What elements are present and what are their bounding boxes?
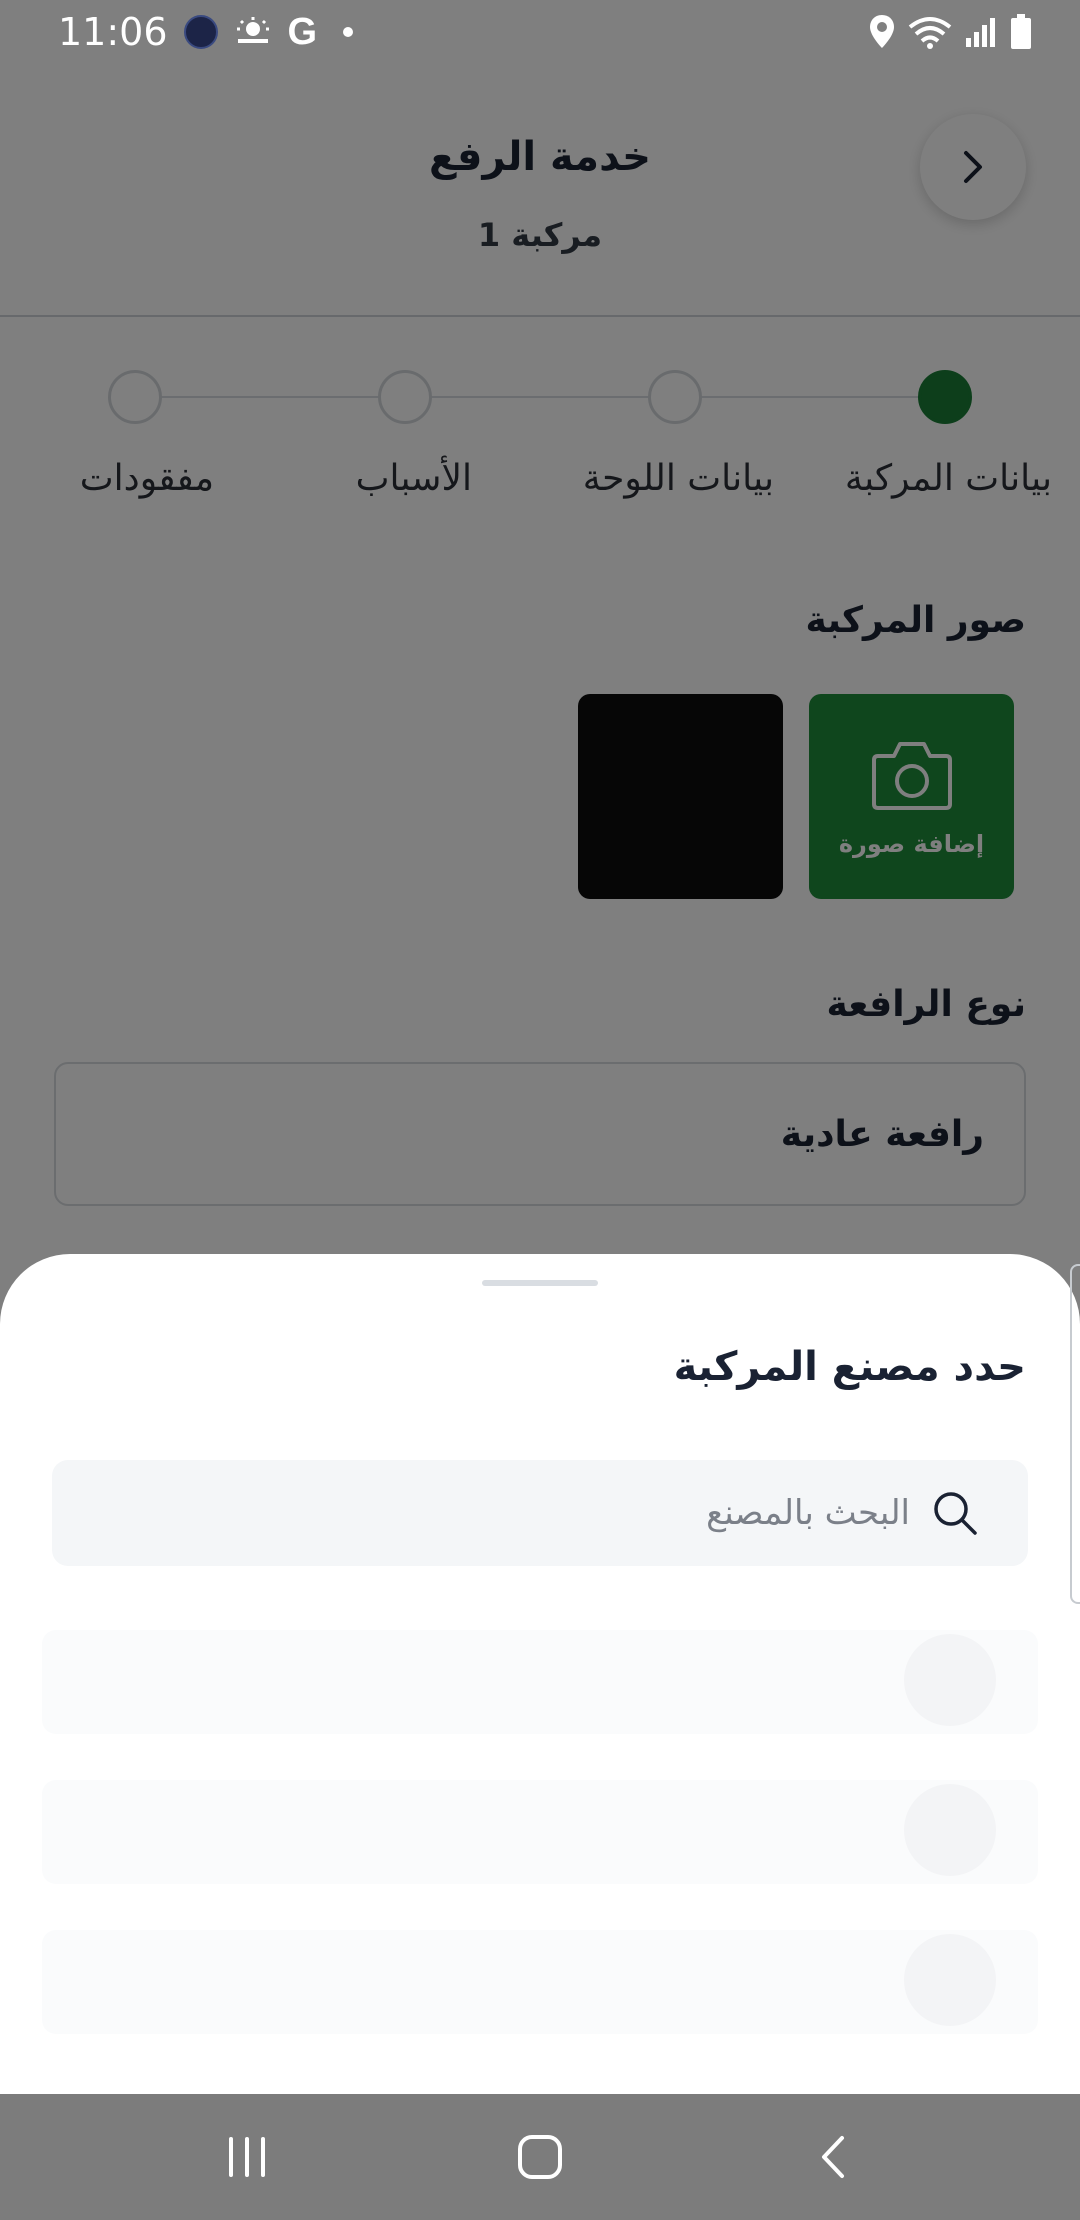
loading-row bbox=[42, 1630, 1038, 1734]
sheet-drag-handle[interactable] bbox=[482, 1280, 598, 1286]
loading-avatar bbox=[904, 1784, 996, 1876]
google-icon: G bbox=[287, 10, 318, 53]
wifi-icon bbox=[908, 15, 952, 49]
status-right bbox=[868, 14, 1032, 50]
loading-row bbox=[42, 1780, 1038, 1884]
notification-dot-icon bbox=[343, 27, 354, 37]
sheet-title: حدد مصنع المركبة bbox=[673, 1344, 1026, 1390]
location-icon bbox=[868, 14, 896, 50]
screen: 11:06 G خدمة الرفع مركبة 1 bbox=[0, 0, 1080, 2220]
loading-row bbox=[42, 1930, 1038, 2034]
weather-icon bbox=[234, 15, 272, 49]
back-icon bbox=[822, 2136, 845, 2178]
status-bar: 11:06 G bbox=[0, 0, 1080, 64]
loading-avatar bbox=[904, 1934, 996, 2026]
status-left: 11:06 G bbox=[58, 10, 354, 54]
sheet-scrollbar[interactable] bbox=[1070, 1264, 1080, 1604]
recent-apps-button[interactable] bbox=[187, 2112, 307, 2202]
manufacturer-bottom-sheet: حدد مصنع المركبة bbox=[0, 1254, 1080, 2094]
search-input[interactable] bbox=[82, 1493, 910, 1533]
system-nav-bar bbox=[0, 2094, 1080, 2220]
app-badge-icon bbox=[183, 15, 218, 49]
battery-icon bbox=[1010, 14, 1032, 50]
recent-apps-icon bbox=[228, 2137, 265, 2177]
system-back-button[interactable] bbox=[773, 2112, 893, 2202]
search-icon bbox=[934, 1492, 977, 1535]
home-icon bbox=[517, 2135, 562, 2179]
home-button[interactable] bbox=[480, 2112, 600, 2202]
search-box[interactable] bbox=[52, 1460, 1028, 1566]
status-time: 11:06 bbox=[58, 10, 168, 54]
loading-avatar bbox=[904, 1634, 996, 1726]
signal-icon bbox=[964, 16, 998, 48]
